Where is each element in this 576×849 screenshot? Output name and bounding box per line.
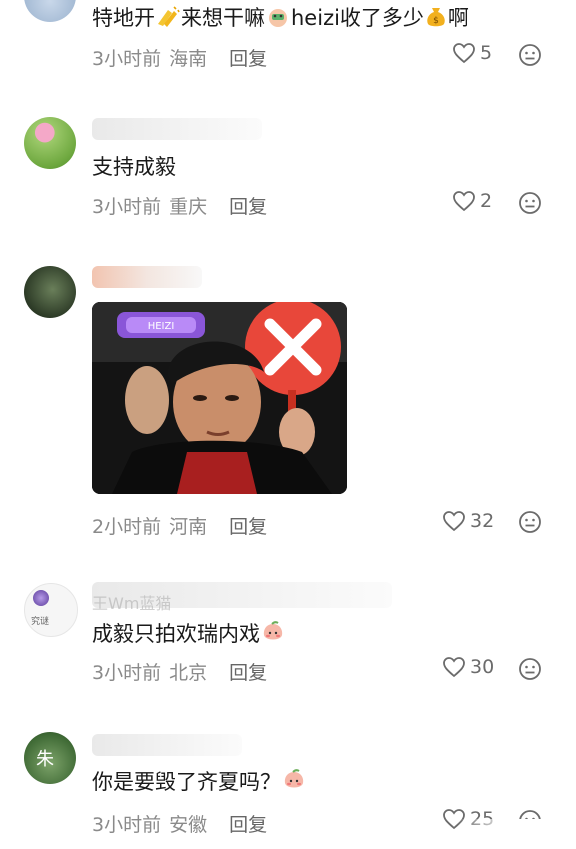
comment-text: 支持成毅 [92,155,176,179]
comment-location: 重庆 [169,196,208,218]
like-button[interactable]: 5 [452,42,492,64]
comment-time: 3小时前 [92,662,162,684]
comment-text-part: 你是要毁了齐夏吗？ [92,770,281,794]
comment-meta: 3小时前 北京 回复 [92,658,267,685]
reply-image[interactable]: HEIZI [92,302,347,494]
peach-face-icon [261,620,285,650]
comment-text: 成毅只拍欢瑞内戏 [92,620,286,650]
username-blurred[interactable] [92,734,242,756]
dislike-face-icon[interactable] [518,191,542,215]
avatar[interactable]: 究谜 [24,583,78,637]
avatar[interactable]: 朱 [24,732,76,784]
heart-icon [443,511,465,532]
comment-text: 特地开 来想干嘛 heizi收了多少 $ 啊 [92,4,469,34]
comment-text-part: 特地开 [92,6,155,30]
heart-icon [453,191,475,212]
comment-text-part: heizi收了多少 [291,6,424,30]
dislike-face-icon[interactable] [518,43,542,67]
reply-button[interactable]: 回复 [229,516,267,538]
comment-text-part: 啊 [447,6,469,30]
reply-button[interactable]: 回复 [229,814,267,836]
avatar[interactable] [24,0,76,22]
comment-meta: 3小时前 重庆 回复 [92,192,267,219]
comment-location: 北京 [169,662,208,684]
comment-meta: 3小时前 海南 回复 [92,44,267,71]
reply-button[interactable]: 回复 [229,48,267,70]
comment-meta: 3小时前 安徽 回复 [92,810,267,837]
avatar[interactable] [24,117,76,169]
like-count: 2 [480,190,493,212]
avatar-char: 朱 [36,749,54,770]
username-blurred[interactable] [92,266,202,288]
comment-time: 3小时前 [92,196,162,218]
clapping-hands-icon [156,6,180,34]
watermark-fade [456,819,576,849]
comment-time: 3小时前 [92,814,162,836]
avatar-caption: 究谜 [31,617,50,627]
like-button[interactable]: 30 [442,656,494,678]
comment-location: 安徽 [169,814,208,836]
meme-photo: HEIZI [92,302,347,494]
sticker-label: HEIZI [148,321,175,332]
comment-location: 河南 [169,516,208,538]
comment-time: 2小时前 [92,516,162,538]
money-face-icon [266,6,290,34]
avatar[interactable] [24,266,76,318]
comment-meta: 2小时前 河南 回复 [92,512,267,539]
avatar-badge [33,590,49,606]
heart-icon [443,657,465,678]
comment-text-part: 来想干嘛 [181,6,265,30]
heart-icon [453,43,475,64]
svg-text:$: $ [433,16,439,26]
money-bag-icon: $ [425,4,447,34]
comment-text-part: 成毅只拍欢瑞内戏 [92,622,260,646]
like-count: 32 [470,510,495,532]
reply-button[interactable]: 回复 [229,662,267,684]
username-partial: 王Wm蓝猫 [92,594,172,613]
comment-location: 海南 [169,48,208,70]
like-button[interactable]: 2 [452,190,492,212]
comment-time: 3小时前 [92,48,162,70]
like-count: 5 [480,42,493,64]
like-count: 30 [470,656,495,678]
peach-face-icon [282,768,306,798]
dislike-face-icon[interactable] [518,510,542,534]
username-blurred[interactable] [92,118,262,140]
reply-button[interactable]: 回复 [229,196,267,218]
dislike-face-icon[interactable] [518,657,542,681]
comment-text: 你是要毁了齐夏吗？ [92,768,307,798]
like-button[interactable]: 32 [442,510,494,532]
